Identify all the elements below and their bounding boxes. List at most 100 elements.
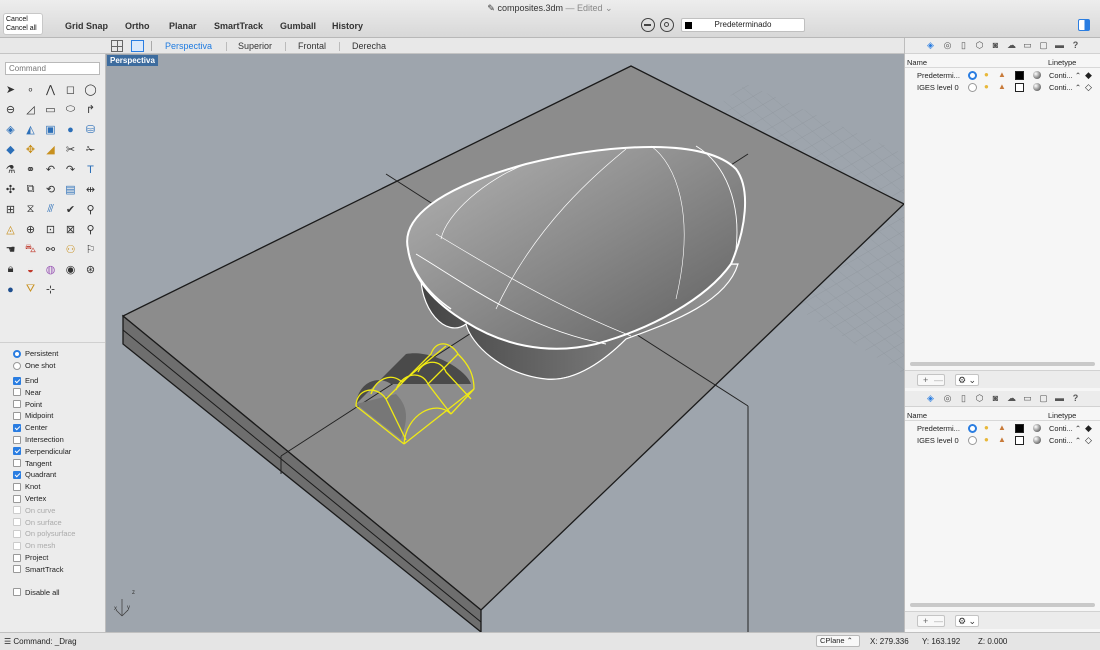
display-icon[interactable]: ▭ — [1022, 40, 1033, 51]
layout-icon[interactable]: ▢ — [1038, 393, 1049, 404]
layout-icon[interactable]: ▢ — [1038, 40, 1049, 51]
mesh-icon[interactable]: ◆ — [3, 142, 18, 157]
osnap-intersection[interactable]: Intersection — [13, 434, 64, 445]
grid-snap-button[interactable]: Grid Snap — [65, 21, 108, 31]
osnap-on-curve[interactable]: On curve — [13, 505, 55, 516]
array-icon[interactable]: ⊞ — [3, 202, 18, 217]
cancel-all-label[interactable]: Cancel all — [6, 24, 40, 33]
checkbox[interactable] — [13, 506, 21, 515]
command-input[interactable] — [5, 62, 100, 75]
smarttrack-button[interactable]: SmartTrack — [214, 21, 263, 31]
tab-frontal[interactable]: Frontal — [298, 41, 326, 51]
checkbox[interactable] — [13, 518, 21, 527]
tab-superior[interactable]: Superior — [238, 41, 272, 51]
car-icon[interactable]: ⛍ — [23, 242, 38, 257]
checkbox[interactable] — [13, 541, 21, 550]
current-layer-radio[interactable] — [968, 435, 977, 445]
circle-icon[interactable]: ◯ — [83, 82, 98, 97]
checkbox[interactable] — [13, 423, 21, 432]
print-width-icon[interactable]: ◇ — [1085, 435, 1092, 446]
layer-name[interactable]: IGES level 0 — [917, 83, 959, 92]
lock-icon[interactable]: ▲ — [998, 435, 1006, 444]
gumball-button[interactable]: Gumball — [280, 21, 316, 31]
osnap-quadrant[interactable]: Quadrant — [13, 469, 56, 480]
linetype-column[interactable]: Linetype — [1048, 411, 1076, 420]
current-layer-dropdown[interactable]: Predeterminado — [681, 18, 805, 32]
checkbox[interactable] — [13, 459, 21, 468]
lock-icon[interactable]: ▲ — [998, 423, 1006, 432]
radio-button[interactable] — [13, 349, 21, 358]
flow-icon[interactable]: ⫻ — [43, 202, 58, 217]
osnap-end[interactable]: End — [13, 375, 38, 386]
material-icon[interactable] — [1033, 71, 1041, 79]
print-width-icon[interactable]: ◆ — [1085, 70, 1092, 81]
search-icon[interactable]: ⚲ — [83, 222, 98, 237]
horizontal-scrollbar[interactable] — [910, 603, 1095, 607]
lock-icon[interactable]: ▲ — [998, 70, 1006, 79]
object-properties-icon[interactable]: ◎ — [942, 393, 953, 404]
document-icon[interactable]: ▯ — [958, 393, 969, 404]
ortho-button[interactable]: Ortho — [125, 21, 150, 31]
history-button[interactable]: History — [332, 21, 363, 31]
layer-row[interactable]: IGES level 0 ● ▲ Conti... ⌃ ◇ — [905, 82, 1100, 93]
join-icon[interactable]: ◢ — [43, 142, 58, 157]
layer-name[interactable]: Predetermi... — [917, 424, 960, 433]
fillet-curve-icon[interactable]: ↱ — [83, 102, 98, 117]
add-layer-button[interactable]: + — [923, 616, 928, 626]
help-icon[interactable]: ? — [1070, 393, 1081, 404]
gumball-icon[interactable]: ⊹ — [43, 282, 58, 297]
split-icon[interactable]: ✁ — [83, 142, 98, 157]
add-layer-button[interactable]: + — [923, 375, 928, 385]
camera-icon[interactable]: ◙ — [990, 393, 1001, 404]
horizontal-scrollbar[interactable] — [910, 362, 1095, 366]
monitor-icon[interactable]: ▬ — [1054, 393, 1065, 404]
box-icon[interactable]: ▣ — [43, 122, 58, 137]
sidebar-toggle-icon[interactable] — [1078, 19, 1090, 31]
rectangle-icon[interactable]: ▭ — [43, 102, 58, 117]
remove-layer-button[interactable]: — — [934, 616, 943, 626]
lock-icon[interactable]: 🔒︎ — [3, 262, 18, 277]
rotate-icon[interactable]: ⟲ — [43, 182, 58, 197]
tab-perspectiva[interactable]: Perspectiva — [165, 41, 212, 51]
checkbox[interactable] — [13, 435, 21, 444]
current-layer-radio[interactable] — [968, 71, 977, 80]
move-icon[interactable]: ✣ — [3, 182, 18, 197]
arc-icon[interactable]: ◿ — [23, 102, 38, 117]
point-icon[interactable]: ∘ — [23, 82, 38, 97]
checkbox[interactable] — [13, 376, 21, 385]
scale-icon[interactable]: ▤ — [63, 182, 78, 197]
name-column[interactable]: Name — [907, 58, 927, 67]
object-icon[interactable]: ⬡ — [974, 393, 985, 404]
polyline-icon[interactable]: ⋀ — [43, 82, 58, 97]
mirror-icon[interactable]: ⧖ — [23, 202, 38, 217]
record-history-icon[interactable] — [641, 18, 655, 32]
checkbox[interactable] — [13, 553, 21, 562]
osnap-toggle-icon[interactable] — [660, 18, 674, 32]
layers-icon[interactable]: ◈ — [925, 40, 936, 51]
trim-icon[interactable]: ✂ — [63, 142, 78, 157]
material-icon[interactable] — [1033, 82, 1041, 91]
checkbox[interactable] — [13, 400, 21, 409]
copy-icon[interactable]: ⧉ — [23, 182, 38, 197]
block-icon[interactable]: ◬ — [3, 222, 18, 237]
layer-row[interactable]: Predetermi... ● ▲ Conti... ⌃ ◆ — [905, 423, 1100, 434]
material-icon[interactable] — [1033, 424, 1041, 432]
layer-color-swatch[interactable] — [1015, 424, 1024, 433]
checkbox[interactable] — [13, 529, 21, 538]
layer-name[interactable]: Predetermi... — [917, 71, 960, 80]
light-bulb-icon[interactable]: ● — [984, 82, 989, 91]
osnap-mode-radio[interactable]: One shot — [13, 360, 55, 371]
check-icon[interactable]: ✔ — [63, 202, 78, 217]
layer-color-swatch[interactable] — [1015, 435, 1024, 445]
linetype-dropdown[interactable]: Conti... ⌃ — [1049, 71, 1081, 80]
linetype-dropdown[interactable]: Conti... ⌃ — [1049, 436, 1081, 445]
named-view-icon[interactable]: ⚇ — [63, 242, 78, 257]
walk-icon[interactable]: ⚯ — [43, 242, 58, 257]
osnap-project[interactable]: Project — [13, 552, 48, 563]
light-bulb-icon[interactable]: ● — [984, 70, 989, 79]
light-bulb-icon[interactable]: ⚐ — [83, 242, 98, 257]
osnap-on-surface[interactable]: On surface — [13, 517, 62, 528]
chamfer-icon[interactable]: ↷ — [63, 162, 78, 177]
document-status[interactable]: — Edited ⌄ — [566, 3, 613, 13]
lock-icon[interactable]: ▲ — [998, 82, 1006, 91]
